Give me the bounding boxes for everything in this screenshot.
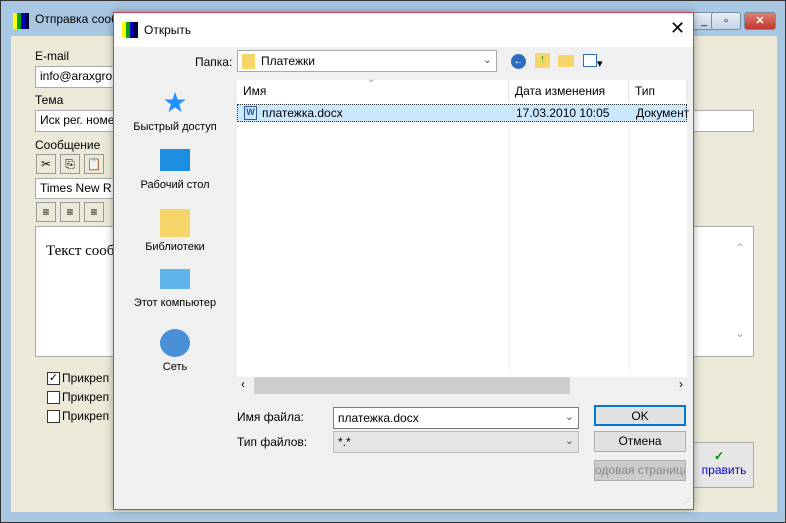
horizontal-scrollbar[interactable]: ‹ ›	[237, 377, 687, 394]
ok-button[interactable]: OK	[594, 405, 686, 426]
column-header-name[interactable]: Имя	[237, 80, 509, 102]
attach-label-2: Прикреп	[62, 390, 110, 404]
scroll-down-icon[interactable]: ⌄	[735, 326, 745, 340]
attach-label-3: Прикреп	[62, 409, 110, 423]
attach-checkbox-1[interactable]: ✓	[47, 372, 60, 385]
dialog-titlebar: Открыть ✕	[114, 13, 693, 47]
folder-label: Папка:	[195, 55, 233, 69]
column-header-date[interactable]: Дата изменения	[509, 80, 629, 102]
attach-label-1: Прикреп	[62, 371, 110, 385]
network-icon	[160, 329, 190, 357]
chevron-down-icon: ⌄	[482, 54, 492, 66]
sidebar-item-quick-access[interactable]: ★ Быстрый доступ	[120, 87, 230, 134]
copy-icon[interactable]: ⎘	[60, 154, 80, 174]
sidebar-label: Быстрый доступ	[133, 121, 217, 133]
folder-icon	[242, 54, 255, 70]
sidebar-label: Этот компьютер	[133, 297, 217, 309]
places-sidebar: ★ Быстрый доступ Рабочий стол Библиотеки …	[120, 81, 230, 403]
app-icon	[13, 13, 29, 29]
view-menu-icon[interactable]: ▾	[583, 54, 607, 70]
window-title: Отправка сооб	[35, 12, 118, 26]
scroll-left-icon[interactable]: ‹	[241, 377, 245, 391]
send-button[interactable]: ✓ править	[684, 442, 754, 488]
send-label: править	[701, 463, 747, 477]
maximize-button[interactable]: ▫	[711, 12, 741, 30]
subject-label: Тема	[35, 93, 64, 107]
app-icon	[122, 22, 138, 38]
new-folder-icon[interactable]	[558, 55, 574, 67]
chevron-down-icon: ⌄	[564, 411, 574, 423]
computer-icon	[160, 269, 190, 289]
filename-label: Имя файла:	[237, 410, 304, 424]
file-type: Документ	[636, 106, 690, 120]
back-icon[interactable]: ←	[511, 54, 526, 69]
codepage-button: одовая страница.	[594, 460, 686, 481]
resize-grip-icon[interactable]: ⋰	[682, 497, 690, 506]
filetype-label: Тип файлов:	[237, 435, 308, 449]
check-icon: ✓	[713, 449, 725, 463]
dialog-title: Открыть	[144, 23, 192, 37]
paste-icon[interactable]: 📋	[84, 154, 104, 174]
scroll-up-icon[interactable]: ⌃	[735, 241, 745, 255]
close-button[interactable]: ✕	[744, 12, 776, 30]
sidebar-item-this-pc[interactable]: Этот компьютер	[120, 269, 230, 309]
sidebar-item-network[interactable]: Сеть	[120, 329, 230, 373]
close-icon[interactable]: ✕	[670, 18, 685, 39]
align-right-icon[interactable]: ≡	[84, 202, 104, 222]
scrollbar-thumb[interactable]	[254, 377, 570, 394]
star-icon: ★	[162, 87, 188, 118]
filetype-value: *.*	[338, 435, 351, 449]
attach-checkbox-2[interactable]	[47, 391, 60, 404]
up-folder-icon[interactable]: ↑	[535, 53, 550, 68]
filename-input[interactable]: платежка.docx ⌄	[333, 407, 579, 429]
message-label: Сообщение	[35, 138, 101, 152]
libraries-icon	[160, 209, 190, 237]
attach-checkbox-3[interactable]	[47, 410, 60, 423]
sidebar-label: Библиотеки	[145, 241, 205, 253]
desktop-icon	[160, 149, 190, 171]
file-date: 17.03.2010 10:05	[516, 106, 610, 120]
file-name: платежка.docx	[262, 106, 343, 120]
file-list: ⌄ Имя Дата изменения Тип W платежка.docx…	[237, 74, 690, 394]
cancel-button[interactable]: Отмена	[594, 431, 686, 452]
email-label: E-mail	[35, 49, 70, 63]
filename-value: платежка.docx	[338, 411, 419, 425]
align-center-icon[interactable]: ≡	[60, 202, 80, 222]
align-left-icon[interactable]: ≡	[36, 202, 56, 222]
scroll-right-icon[interactable]: ›	[679, 377, 683, 391]
sidebar-item-libraries[interactable]: Библиотеки	[120, 209, 230, 253]
column-header-type[interactable]: Тип	[629, 80, 687, 102]
sidebar-item-desktop[interactable]: Рабочий стол	[120, 149, 230, 191]
file-row[interactable]: W платежка.docx 17.03.2010 10:05 Докумен…	[237, 104, 690, 122]
folder-value: Платежки	[261, 54, 315, 68]
sidebar-label: Рабочий стол	[140, 179, 210, 191]
folder-select[interactable]: Платежки ⌄	[237, 50, 497, 72]
sidebar-label: Сеть	[162, 361, 188, 373]
open-file-dialog: Открыть ✕ Папка: Платежки ⌄ ← ↑ ▾ ★ Быстр…	[113, 12, 694, 510]
cut-icon[interactable]: ✂	[36, 154, 56, 174]
word-doc-icon: W	[244, 106, 257, 120]
filetype-select[interactable]: *.* ⌄	[333, 431, 579, 453]
chevron-down-icon: ⌄	[564, 435, 574, 447]
